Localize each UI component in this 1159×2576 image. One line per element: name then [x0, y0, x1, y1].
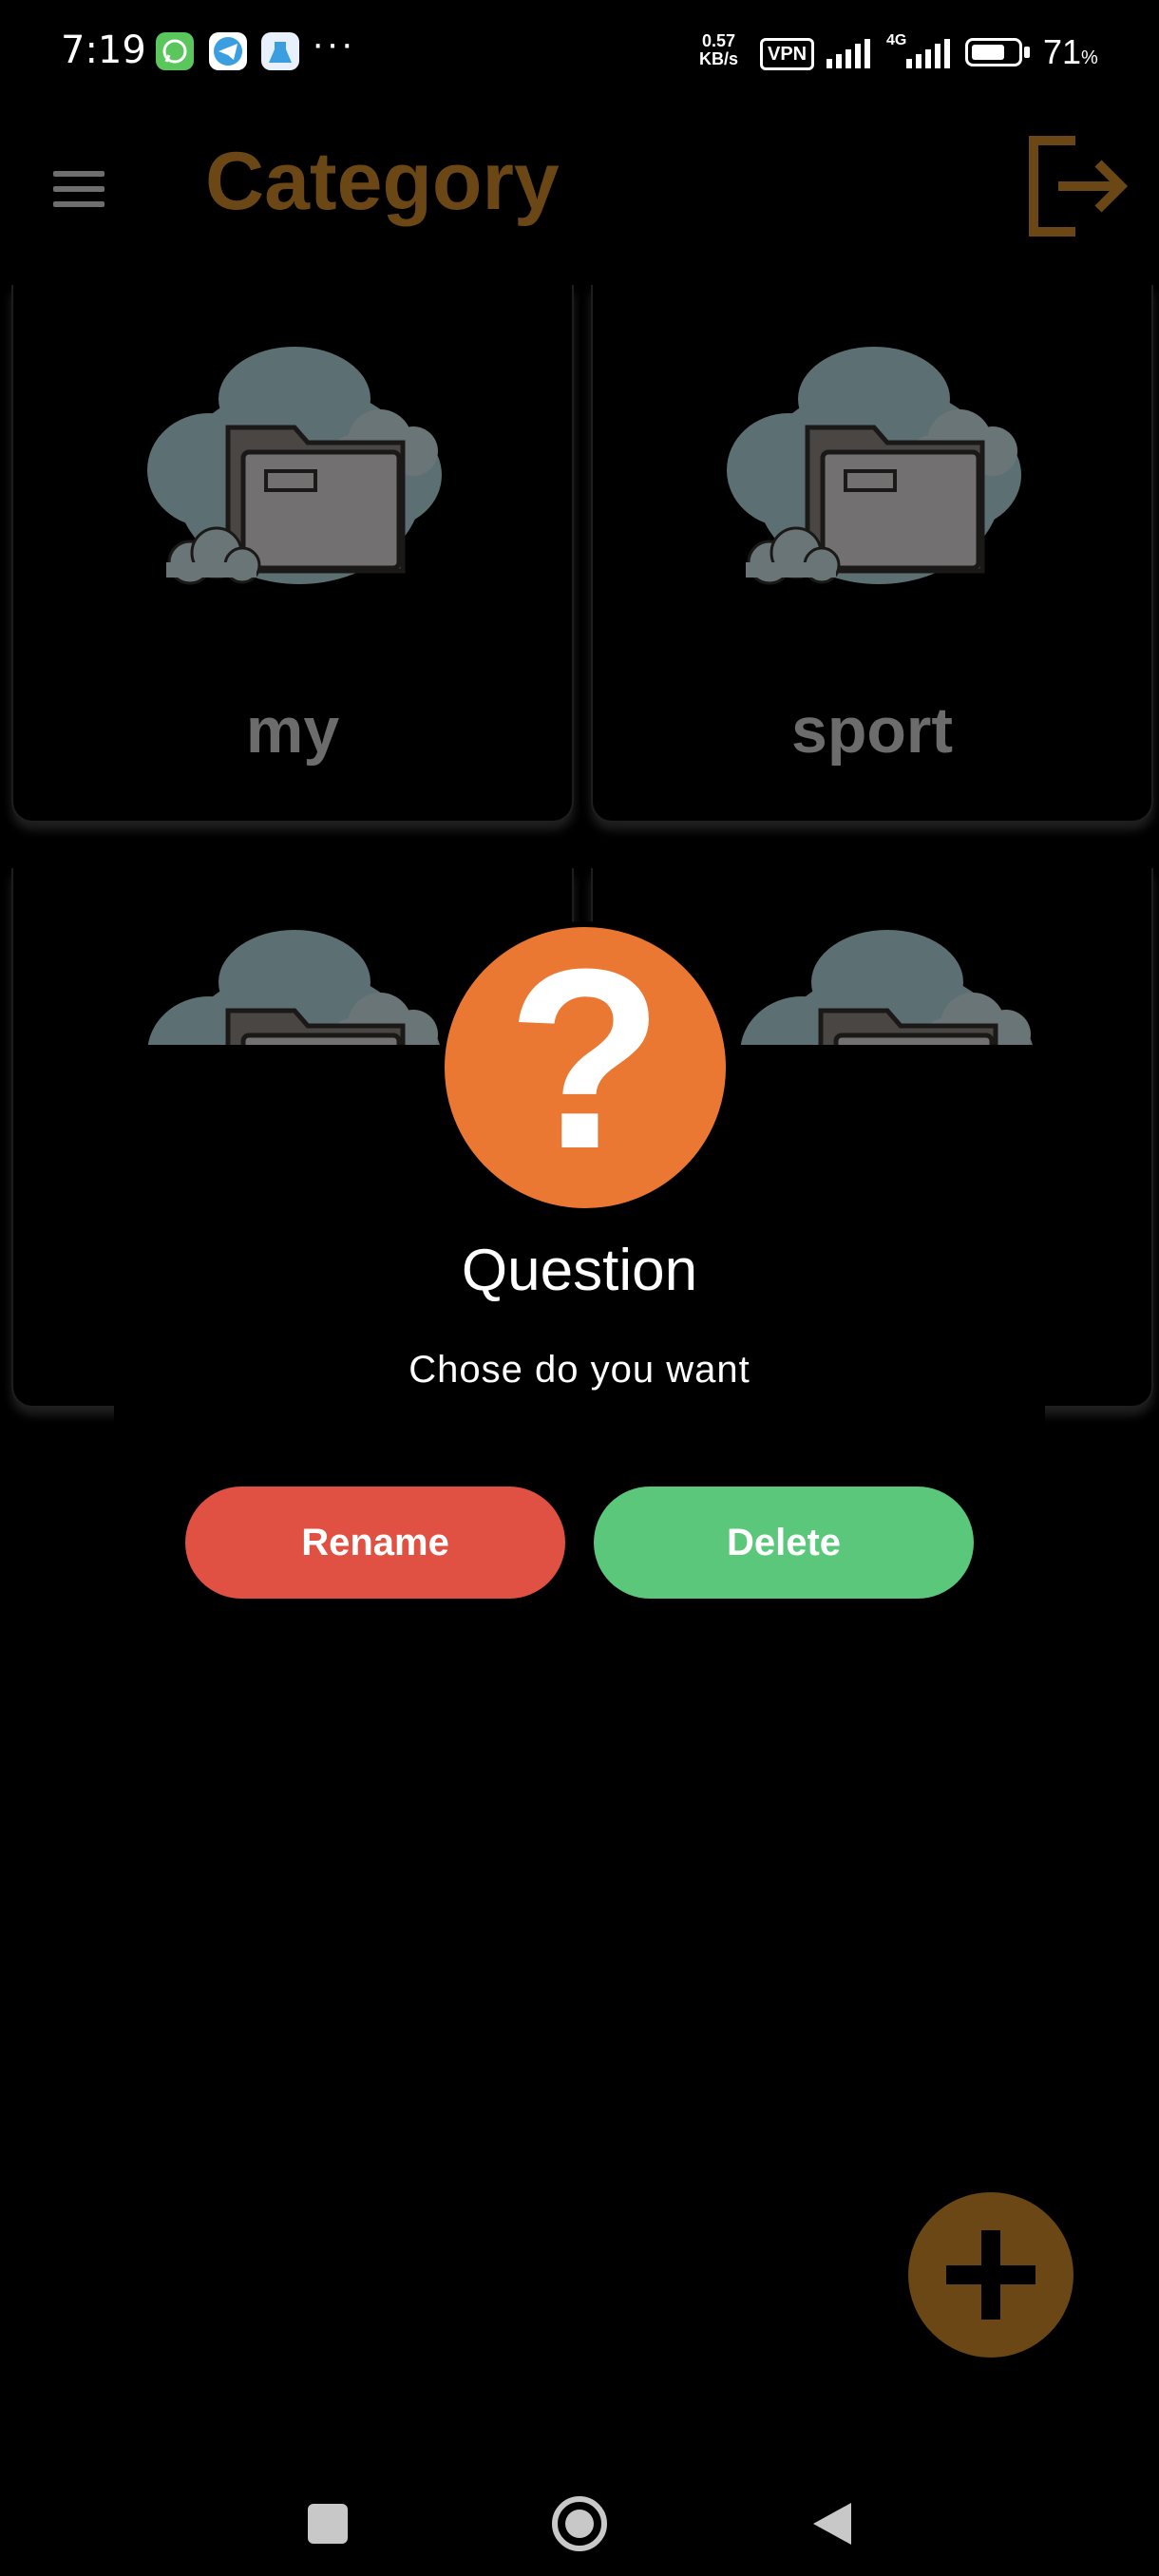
cleaner-app-icon [261, 32, 299, 70]
category-card-my[interactable]: my [11, 285, 574, 823]
battery-percentage: 71% [1043, 32, 1098, 71]
network-speed: 0.57 KB/s [699, 32, 738, 68]
battery-icon [965, 38, 1022, 66]
category-label: sport [791, 694, 953, 767]
status-bar: 7:19 ··· 0.57 KB/s VPN 4G 71% [0, 0, 1159, 104]
dialog-message: Chose do you want [408, 1349, 750, 1391]
signal-icon [826, 39, 870, 68]
network-speed-unit: KB/s [699, 49, 739, 68]
app-bar: Category [0, 104, 1159, 285]
battery-tip [1024, 47, 1030, 58]
recents-button[interactable] [308, 2504, 348, 2544]
whatsapp-icon [156, 32, 194, 70]
add-category-button[interactable] [908, 2192, 1074, 2358]
category-card-sport[interactable]: sport [591, 285, 1153, 823]
logout-icon[interactable] [1024, 133, 1130, 239]
vpn-badge: VPN [760, 38, 815, 70]
delete-button[interactable]: Delete [594, 1487, 974, 1599]
signal-4g-icon [906, 39, 950, 68]
telegram-icon [209, 32, 247, 70]
rename-button[interactable]: Rename [185, 1487, 565, 1599]
back-button[interactable] [813, 2503, 851, 2545]
more-notifications-icon: ··· [312, 23, 355, 65]
folder-cloud-image [142, 342, 456, 627]
battery-level [972, 45, 1004, 60]
folder-cloud-image [722, 342, 1036, 627]
hamburger-menu-icon[interactable] [44, 152, 112, 220]
network-speed-value: 0.57 [701, 31, 736, 50]
navigation-bar [308, 2496, 851, 2551]
category-label: my [245, 694, 340, 767]
page-title: Category [205, 136, 560, 227]
status-time: 7:19 [61, 28, 146, 72]
question-mark-icon: ? [439, 919, 732, 1214]
dialog-title: Question [461, 1238, 698, 1303]
home-button[interactable] [552, 2496, 607, 2551]
